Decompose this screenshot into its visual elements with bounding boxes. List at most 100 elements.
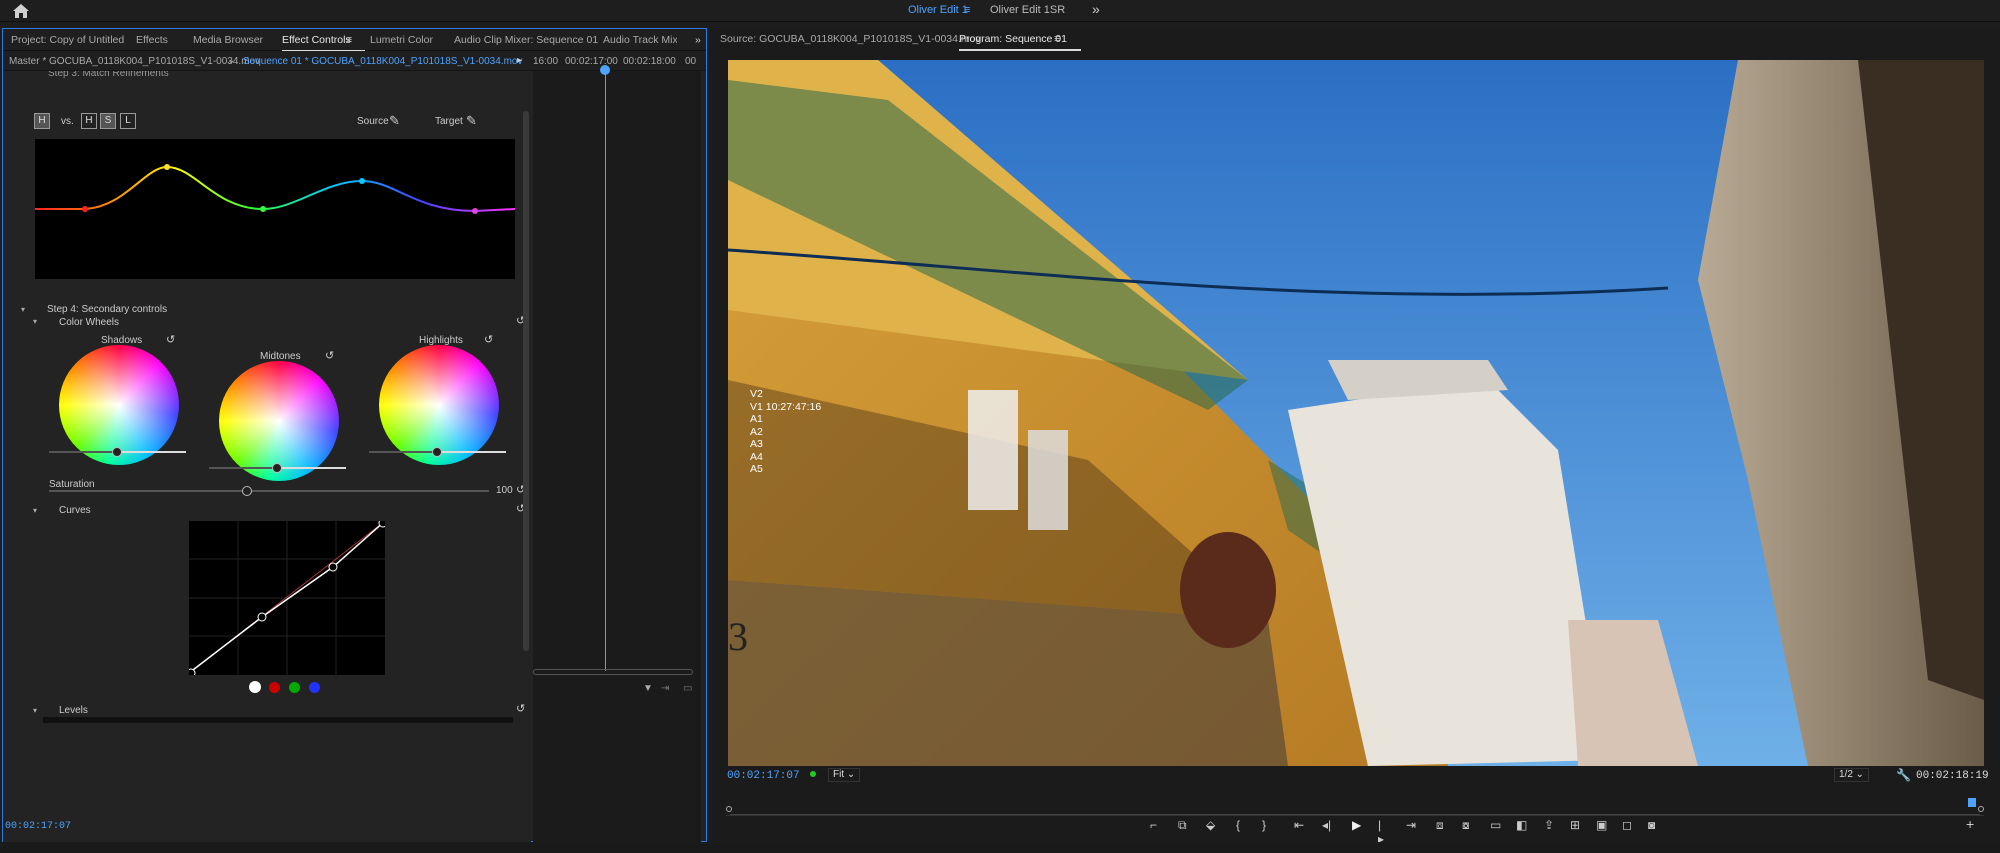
curve-channel-green[interactable]: [289, 682, 300, 693]
program-time-ruler[interactable]: [726, 798, 1984, 816]
step3-heading: Step 3: Match Refinements: [48, 71, 169, 79]
mark-out-brace-icon[interactable]: }: [1262, 818, 1266, 832]
workspace-bar: Oliver Edit 1 ≡ Oliver Edit 1SR »: [0, 0, 2000, 22]
ec-timecode[interactable]: 00:02:17:07: [5, 821, 71, 832]
fit-dropdown[interactable]: Fit ⌄: [828, 768, 861, 782]
program-playhead[interactable]: [1968, 798, 1976, 807]
comparison-view-icon[interactable]: ◧: [1516, 818, 1527, 832]
s-button[interactable]: S: [100, 113, 116, 129]
toggle-proxies-icon[interactable]: ▣: [1596, 818, 1607, 832]
curve-channel-red[interactable]: [269, 682, 280, 693]
go-to-in-icon[interactable]: ⇤: [1294, 818, 1304, 832]
target-eyedropper-icon[interactable]: ✎: [466, 113, 477, 129]
hue-curve-graph[interactable]: [35, 139, 515, 279]
highlights-reset-icon[interactable]: ↺: [484, 333, 496, 346]
status-bar: [0, 842, 2000, 853]
ec-zoom-bar[interactable]: [533, 669, 693, 675]
comment-icon[interactable]: ◻: [1622, 818, 1632, 832]
source-eyedropper-icon[interactable]: ✎: [389, 113, 400, 129]
render-status-dot: [810, 771, 816, 777]
levels-reset-icon[interactable]: ↺: [516, 702, 528, 715]
extract-icon[interactable]: ⧇: [1462, 818, 1470, 833]
resolution-dropdown[interactable]: 1/2 ⌄: [1834, 768, 1870, 782]
overlay-a5: A5: [750, 463, 763, 475]
more-tabs-icon[interactable]: »: [695, 34, 701, 46]
tab-project[interactable]: Project: Copy of Untitled: [11, 34, 124, 46]
tab-effects[interactable]: Effects: [136, 34, 168, 46]
highlights-slider[interactable]: [369, 447, 506, 457]
levels-heading: Levels: [59, 705, 88, 716]
color-wheels-expand-icon[interactable]: ▾: [33, 317, 37, 326]
tab-source-monitor[interactable]: Source: GOCUBA_0118K004_P101018S_V1-0034…: [720, 33, 981, 45]
tl-time-2: 00:02:17:00: [565, 56, 618, 67]
master-dropdown-icon[interactable]: ⌄: [227, 55, 235, 66]
add-marker-icon[interactable]: ⬙: [1206, 818, 1215, 832]
export-frame-button-icon[interactable]: ⇪: [1544, 818, 1554, 832]
home-icon[interactable]: [12, 3, 30, 19]
export-frame-icon[interactable]: ⇥: [661, 683, 669, 694]
camera-icon[interactable]: ◙: [1648, 818, 1655, 832]
curves-heading: Curves: [59, 505, 91, 516]
overlay-v2: V2: [750, 388, 763, 400]
filter-icon[interactable]: ▼: [643, 683, 653, 694]
go-to-out-icon[interactable]: ⇥: [1406, 818, 1416, 832]
shadows-reset-icon[interactable]: ↺: [166, 333, 178, 346]
midtones-reset-icon[interactable]: ↺: [325, 349, 337, 362]
program-video-frame[interactable]: 3: [728, 60, 1984, 766]
midtones-slider[interactable]: [209, 463, 346, 473]
h-button[interactable]: H: [81, 113, 97, 129]
workspace-menu-icon[interactable]: ≡: [964, 4, 970, 16]
workspace-tab-oliver-edit-1sr[interactable]: Oliver Edit 1SR: [990, 4, 1065, 16]
shadows-slider[interactable]: [49, 447, 186, 457]
curve-channel-white[interactable]: [249, 681, 261, 693]
color-wheels-heading: Color Wheels: [59, 317, 120, 328]
levels-histogram: [43, 717, 513, 723]
l-button[interactable]: L: [120, 113, 136, 129]
effect-controls-content: Step 3: Match Refinements H vs. H S L So…: [3, 71, 531, 843]
saturation-value[interactable]: 100: [496, 485, 513, 496]
tab-menu-icon[interactable]: ≡: [346, 34, 352, 46]
settings-wrench-icon[interactable]: 🔧: [1896, 768, 1911, 782]
curve-channel-blue[interactable]: [309, 682, 320, 693]
toggle-icon[interactable]: ▭: [683, 683, 692, 694]
tl-time-4: 00: [685, 56, 697, 67]
mark-in-icon[interactable]: ⌐: [1150, 818, 1157, 832]
more-workspaces-icon[interactable]: »: [1092, 1, 1100, 17]
step4-expand-icon[interactable]: ▾: [21, 305, 25, 314]
step-back-icon[interactable]: ◂|: [1322, 818, 1331, 832]
play-only-audio-icon[interactable]: ▸: [517, 55, 522, 66]
master-clip-label[interactable]: Master * GOCUBA_0118K004_P101018S_V1-003…: [9, 56, 260, 67]
insert-icon[interactable]: ⧉: [1178, 818, 1187, 833]
video-frame-image: 3: [728, 60, 1984, 766]
tl-time-1: 16:00: [533, 56, 559, 67]
tab-effect-controls[interactable]: Effect Controls: [282, 34, 365, 52]
sequence-clip-label[interactable]: Sequence 01 * GOCUBA_0118K004_P101018S_V…: [243, 56, 522, 67]
svg-text:3: 3: [728, 614, 748, 659]
program-duration: 00:02:18:19: [1916, 770, 1989, 782]
saturation-slider[interactable]: [49, 486, 489, 496]
overlay-a4: A4: [750, 450, 763, 463]
add-button-icon[interactable]: +: [1966, 816, 1974, 832]
safe-margins-icon[interactable]: ▭: [1490, 818, 1501, 832]
tab-program-monitor[interactable]: Program: Sequence 01: [959, 33, 1081, 51]
levels-expand-icon[interactable]: ▾: [33, 706, 37, 715]
tab-lumetri-color[interactable]: Lumetri Color: [370, 34, 433, 46]
effect-controls-panel: Project: Copy of Untitled Effects Media …: [2, 28, 707, 843]
play-icon[interactable]: ▶: [1352, 818, 1361, 832]
curves-expand-icon[interactable]: ▾: [33, 506, 37, 515]
ec-playhead[interactable]: [605, 71, 606, 671]
hue-button[interactable]: H: [34, 113, 50, 129]
workspace-tab-oliver-edit-1[interactable]: Oliver Edit 1: [908, 4, 968, 16]
lift-icon[interactable]: ⧈: [1436, 818, 1444, 833]
program-menu-icon[interactable]: ≡: [1054, 33, 1060, 45]
rgb-curves-graph[interactable]: [189, 521, 385, 675]
overwrite-icon[interactable]: ⊞: [1570, 818, 1580, 832]
ec-scrollbar[interactable]: [523, 111, 529, 651]
tab-audio-track-mixer[interactable]: Audio Track Mixer: S: [603, 34, 677, 46]
mark-in-brace-icon[interactable]: {: [1236, 818, 1240, 832]
program-timecode[interactable]: 00:02:17:07: [727, 770, 800, 782]
ec-playhead-handle[interactable]: [600, 65, 610, 75]
tab-media-browser[interactable]: Media Browser: [193, 34, 263, 46]
ec-timeline[interactable]: ▼ ⇥ ▭: [533, 65, 701, 843]
tab-audio-clip-mixer[interactable]: Audio Clip Mixer: Sequence 01: [454, 34, 598, 46]
